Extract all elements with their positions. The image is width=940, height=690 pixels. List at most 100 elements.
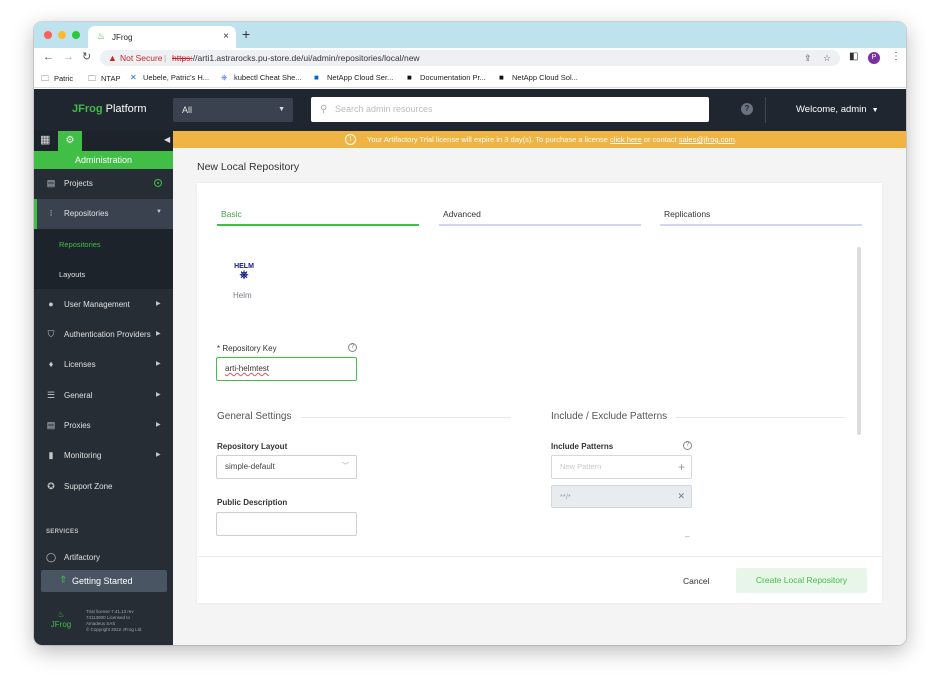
sidebar-item-monitoring[interactable]: ▮ Monitoring ▶ xyxy=(34,441,173,471)
tab-replications[interactable]: Replications xyxy=(660,206,862,226)
tab-advanced[interactable]: Advanced xyxy=(439,206,641,226)
server-icon: ▤ xyxy=(46,420,56,430)
browser-tab[interactable]: ♨ JFrog × xyxy=(88,26,236,48)
cancel-button[interactable]: Cancel xyxy=(683,576,709,586)
create-local-repository-button[interactable]: Create Local Repository xyxy=(736,568,867,593)
sidebar-item-repositories[interactable]: ⁝ Repositories ▼ xyxy=(34,199,173,229)
sidebar-item-proxies[interactable]: ▤ Proxies ▶ xyxy=(34,411,173,441)
bookmark-item[interactable]: 🗀 Patric xyxy=(41,73,73,87)
confluence-icon: ✕ xyxy=(130,73,137,82)
add-pattern-icon[interactable]: + xyxy=(678,456,685,478)
tab-close-icon[interactable]: × xyxy=(223,31,229,42)
sidebar-subitem-layouts[interactable]: Layouts xyxy=(34,259,173,289)
caret-down-icon: ▼ xyxy=(278,106,285,113)
address-bar[interactable]: ▲ Not Secure | https://arti1.astrarocks.… xyxy=(100,50,840,66)
tab-label: Replications xyxy=(664,209,711,219)
banner-suffix: . xyxy=(734,135,737,144)
scope-select[interactable]: All ▼ xyxy=(173,98,293,122)
repository-form-card: Basic Advanced Replications HELM ⎈ Helm … xyxy=(197,183,882,603)
sidebar-item-label: Monitoring xyxy=(64,451,102,460)
sidebar-subitem-repositories[interactable]: Repositories xyxy=(34,229,173,259)
collapse-sidebar-icon[interactable]: ◀ xyxy=(164,135,170,144)
scope-value: All xyxy=(182,105,193,115)
new-tab-button[interactable]: + xyxy=(242,27,250,41)
getting-started-button[interactable]: ⇑ Getting Started xyxy=(41,570,167,592)
dash-mark: – xyxy=(685,532,690,541)
section-divider xyxy=(676,417,846,418)
jfrog-favicon-icon: ♨ xyxy=(97,31,106,41)
help-icon[interactable]: ? xyxy=(741,103,753,115)
new-pattern-input[interactable]: New Pattern + xyxy=(551,455,692,479)
projects-icon: ▤ xyxy=(46,178,56,188)
sidebar-item-label: General xyxy=(64,391,93,400)
bookmarks-bar: 🗀 Patric 🗀 NTAP ✕ Uebele, Patric's H... ⎈ ku… xyxy=(34,68,906,88)
bookmark-item[interactable]: ■ NetApp Cloud Sol... xyxy=(499,73,578,82)
back-arrow-icon[interactable]: ← xyxy=(43,51,54,63)
minimize-window-button[interactable] xyxy=(58,31,66,39)
chevron-down-icon: ﹀ xyxy=(342,463,349,470)
maximize-window-button[interactable] xyxy=(72,31,80,39)
app-header: JFrog Platform All ▼ ⚲ Search admin reso… xyxy=(34,89,906,131)
welcome-text: Welcome, admin xyxy=(796,104,867,115)
sidebar-top: ▦ ⚙ ◀ xyxy=(34,131,173,151)
remove-pattern-icon[interactable]: ✕ xyxy=(677,486,685,507)
kubernetes-icon: ⎈ xyxy=(221,73,228,82)
url-path: //arti1.astrarocks.pu-store.de/ui/admin/… xyxy=(192,53,420,63)
include-patterns-label: Include Patterns xyxy=(551,442,614,451)
sidebar-item-support-zone[interactable]: ✪ Support Zone xyxy=(34,472,173,502)
tab-label: Advanced xyxy=(443,209,481,219)
header-divider xyxy=(765,97,766,123)
purchase-link[interactable]: click here xyxy=(610,135,642,144)
sidebar-item-user-management[interactable]: ● User Management ▶ xyxy=(34,290,173,320)
sidebar-item-authentication-providers[interactable]: ⛉ Authentication Providers ▶ xyxy=(34,320,173,350)
forward-arrow-icon[interactable]: → xyxy=(63,51,74,63)
bookmark-item[interactable]: 🗀 NTAP xyxy=(88,73,120,87)
repository-layout-select[interactable]: simple-default ﹀ xyxy=(216,455,357,479)
bookmark-item[interactable]: ■ NetApp Cloud Ser... xyxy=(314,73,393,82)
form-scrollbar[interactable] xyxy=(857,247,861,435)
admin-gear-icon[interactable]: ⚙ xyxy=(58,131,82,151)
reload-icon[interactable]: ↻ xyxy=(82,51,91,63)
tab-label: Basic xyxy=(221,209,242,219)
folder-icon: 🗀 xyxy=(88,74,96,83)
tab-basic[interactable]: Basic xyxy=(217,206,419,226)
more-menu-icon[interactable]: ⋮ xyxy=(891,51,901,63)
general-settings-heading: General Settings xyxy=(217,411,292,422)
bookmark-item[interactable]: ⎈ kubectl Cheat She... xyxy=(221,73,302,83)
profile-avatar[interactable]: P xyxy=(868,52,880,64)
services-heading: SERVICES xyxy=(46,529,79,535)
include-pattern-chip: **/* ✕ xyxy=(551,485,692,508)
bookmark-star-icon[interactable]: ☆ xyxy=(823,50,831,66)
artifactory-icon: ◯ xyxy=(46,552,57,562)
helm-wheel-icon: ⎈ xyxy=(239,269,249,281)
share-icon[interactable]: ⇪ xyxy=(804,50,812,66)
admin-search-input[interactable]: ⚲ Search admin resources xyxy=(311,97,709,122)
jfrog-logo[interactable]: JFrog Platform xyxy=(72,103,147,115)
bookmark-item[interactable]: ✕ Uebele, Patric's H... xyxy=(130,73,209,82)
bookmark-label: kubectl Cheat She... xyxy=(234,73,302,82)
projects-status-icon xyxy=(154,179,162,187)
help-circle-icon[interactable]: ? xyxy=(348,343,357,352)
public-description-input[interactable] xyxy=(216,512,357,536)
bookmark-item[interactable]: ■ Documentation Pr... xyxy=(407,73,486,82)
url-protocol: https: xyxy=(172,53,193,63)
sidebar-item-licenses[interactable]: ♦ Licenses ▶ xyxy=(34,350,173,380)
folder-icon: 🗀 xyxy=(41,74,49,83)
license-footer: Trial license 7.41.13 rev 74113900 Licen… xyxy=(86,609,166,633)
help-circle-icon[interactable]: ? xyxy=(683,441,692,450)
repository-key-input[interactable]: arti-helmtest xyxy=(216,357,357,381)
user-menu[interactable]: Welcome, admin ▼ xyxy=(796,104,879,115)
close-window-button[interactable] xyxy=(44,31,52,39)
bookmark-label: Patric xyxy=(54,74,74,83)
info-icon: ! xyxy=(345,134,356,145)
url-separator: | xyxy=(164,53,167,63)
sales-email-link[interactable]: sales@jfrog.com xyxy=(679,135,735,144)
sidebar-item-artifactory[interactable]: ◯ Artifactory xyxy=(34,543,173,573)
page-title: New Local Repository xyxy=(197,161,300,173)
sidebar-item-projects[interactable]: ▤ Projects xyxy=(34,169,173,199)
footer-line: © Copyright 2022 JFrog Ltd xyxy=(86,627,142,632)
bar-chart-icon: ▮ xyxy=(48,450,54,460)
sidebar-panel-icon[interactable]: ◧ xyxy=(849,51,858,63)
sidebar-item-general[interactable]: ☰ General ▶ xyxy=(34,381,173,411)
apps-grid-icon[interactable]: ▦ xyxy=(40,135,50,146)
